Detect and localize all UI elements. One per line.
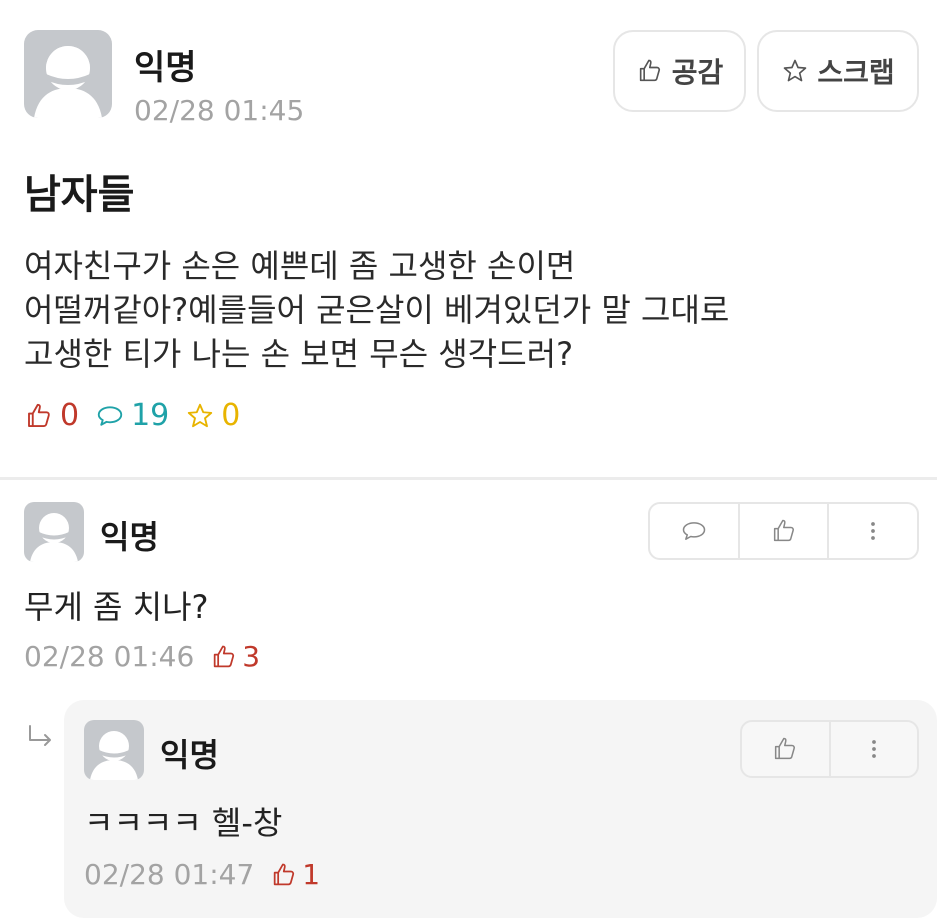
anonymous-avatar-icon (90, 731, 138, 780)
reply-like-button[interactable] (742, 722, 831, 776)
thumbs-up-icon (28, 403, 50, 427)
post-like-count-value: 0 (60, 398, 80, 433)
reply-timestamp: 02/28 01:47 (84, 858, 255, 891)
anonymous-avatar-icon (34, 46, 102, 118)
reply-like-count: 1 (270, 858, 320, 891)
reply-action-bar (740, 720, 919, 778)
post-scrap-button[interactable]: 스크랩 (757, 30, 919, 112)
comment-text: 무게 좀 치나? (24, 588, 209, 626)
post-like-count: 0 (24, 398, 79, 433)
post-stats: 0 19 0 (24, 398, 256, 433)
post-comments-divider (0, 477, 937, 480)
reply-like-count-value: 1 (302, 858, 321, 891)
comment-reply-button[interactable] (650, 504, 740, 558)
comment-author-avatar (24, 502, 84, 562)
reply-bubble-icon (682, 522, 706, 540)
star-icon (784, 59, 807, 82)
post-timestamp: 02/28 01:45 (134, 94, 305, 127)
post-comment-count: 19 (95, 398, 169, 433)
comment-like-button[interactable] (740, 504, 830, 558)
post-scrap-count-value: 0 (221, 398, 241, 433)
post-comment-count-value: 19 (131, 398, 170, 433)
reply-arrow-icon (29, 725, 51, 746)
reply-author-avatar (84, 720, 144, 780)
reply-author-name: 익명 (160, 736, 219, 774)
comment-author-name: 익명 (100, 518, 159, 556)
reply-more-button[interactable] (831, 722, 918, 776)
post-scrap-count: 0 (185, 398, 240, 433)
reply-text: ㅋㅋㅋㅋ 헬-창 (84, 804, 283, 842)
thumbs-up-icon (775, 737, 796, 760)
comment-like-count: 3 (210, 640, 260, 673)
comment-meta: 02/28 01:46 3 (24, 640, 260, 673)
more-vertical-icon (871, 522, 876, 540)
reply-meta: 02/28 01:47 1 (84, 858, 320, 891)
anonymous-avatar-icon (30, 513, 78, 562)
comment-like-count-value: 3 (242, 640, 261, 673)
thumbs-up-icon (639, 59, 660, 82)
thumbs-up-icon (214, 645, 235, 667)
thumbs-up-icon (773, 519, 794, 542)
thumbs-up-icon (274, 863, 295, 885)
more-vertical-icon (871, 740, 876, 758)
post-author-avatar (24, 30, 112, 118)
post-scrap-button-label: 스크랩 (817, 56, 895, 89)
star-icon (188, 403, 213, 427)
post-title: 남자들 (24, 172, 135, 218)
comment-timestamp: 02/28 01:46 (24, 640, 195, 673)
speech-bubble-icon (97, 405, 123, 426)
post-like-button-label: 공감 (671, 56, 724, 89)
post-author-name: 익명 (134, 48, 197, 88)
post-body: 여자친구가 손은 예쁜데 좀 고생한 손이면 어떨꺼같아?예를들어 굳은살이 베… (24, 247, 730, 373)
comment-action-bar (648, 502, 919, 560)
comment-more-button[interactable] (829, 504, 917, 558)
post-like-button[interactable]: 공감 (613, 30, 746, 112)
